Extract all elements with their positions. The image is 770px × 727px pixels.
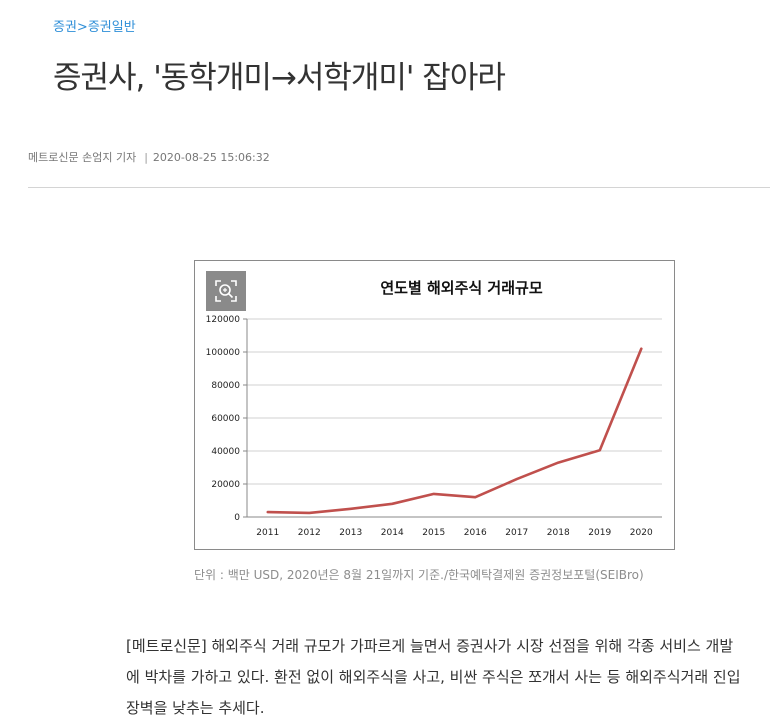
y-tick-label: 100000	[206, 348, 241, 358]
byline: 메트로신문 손엄지 기자 | 2020-08-25 15:06:32	[28, 149, 270, 165]
byline-author: 메트로신문 손엄지 기자	[28, 151, 137, 164]
chart-title: 연도별 해외주식 거래규모	[380, 279, 542, 297]
x-tick-label: 2013	[339, 528, 362, 538]
breadcrumb-subsection-link[interactable]: 증권일반	[88, 20, 136, 35]
x-tick-label: 2014	[381, 528, 404, 538]
series-line	[266, 347, 643, 515]
y-tick-label: 0	[234, 513, 240, 523]
figure-caption: 단위 : 백만 USD, 2020년은 8월 21일까지 기준./한국예탁결제원…	[194, 568, 644, 582]
byline-datetime: 2020-08-25 15:06:32	[152, 151, 270, 164]
y-tick-label: 120000	[206, 315, 241, 325]
x-tick-label: 2018	[547, 528, 570, 538]
breadcrumb-section-link[interactable]: 증권	[53, 20, 77, 35]
x-tick-label: 2015	[422, 528, 445, 538]
article-paragraph: [메트로신문] 해외주식 거래 규모가 가파르게 늘면서 증권사가 시장 선점을…	[126, 637, 741, 717]
y-tick-label: 80000	[211, 381, 240, 391]
zoom-icon	[215, 280, 237, 302]
y-tick-label: 60000	[211, 414, 240, 424]
zoom-button[interactable]	[206, 271, 246, 311]
x-tick-label: 2017	[505, 528, 528, 538]
x-tick-label: 2016	[464, 528, 487, 538]
y-tick-label: 20000	[211, 480, 240, 490]
byline-separator: |	[144, 151, 148, 164]
x-tick-label: 2019	[588, 528, 611, 538]
line-chart: 연도별 해외주식 거래규모 0 20000 40000 60000 80000 100000…	[206, 279, 662, 538]
article-headline: 증권사, '동학개미→서학개미' 잡아라	[53, 60, 506, 96]
breadcrumb: 증권>증권일반	[53, 16, 136, 35]
x-tick-label: 2012	[298, 528, 321, 538]
x-tick-label: 2020	[630, 528, 653, 538]
x-tick-label: 2011	[256, 528, 279, 538]
chart-figure: 연도별 해외주식 거래규모 0 20000 40000 60000 80000 100000…	[194, 260, 675, 550]
y-tick-label: 40000	[211, 447, 240, 457]
breadcrumb-separator: >	[76, 20, 88, 35]
header-divider	[28, 187, 770, 188]
